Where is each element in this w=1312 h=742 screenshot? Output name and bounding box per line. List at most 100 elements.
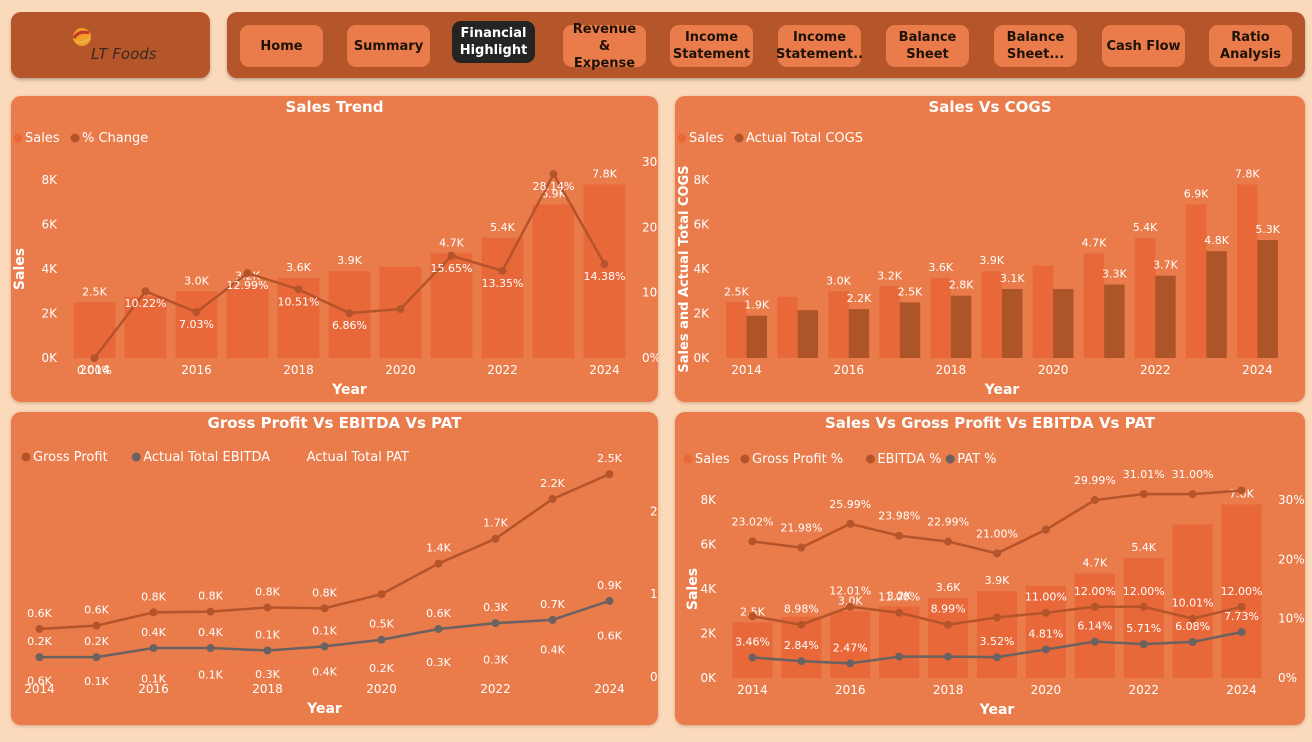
- point-data-label: 0.5K: [369, 618, 394, 631]
- y-tick-label: 2K: [41, 307, 58, 321]
- y-tick-label: 6K: [700, 538, 717, 552]
- line-point: [1139, 640, 1148, 649]
- point-data-label: 11.00%: [878, 591, 920, 604]
- y-axis-title: Sales: [12, 248, 28, 290]
- point-data-label: 0.1K: [141, 673, 166, 686]
- y-tick-label: 6K: [41, 218, 58, 232]
- bar: [732, 622, 773, 678]
- legend-label: % Change: [82, 131, 148, 146]
- y2-tick-label: 20%: [642, 220, 658, 234]
- point-data-label: 6.14%: [1077, 620, 1112, 633]
- line-point: [600, 260, 609, 269]
- line-point: [35, 624, 44, 633]
- legend-marker: [945, 454, 955, 464]
- point-data-label: 6.86%: [332, 319, 367, 332]
- bar-data-label: 2.5K: [724, 285, 749, 298]
- bar: [777, 296, 798, 358]
- line-point: [1090, 637, 1099, 646]
- line-point: [377, 653, 386, 662]
- line-point: [35, 653, 44, 662]
- line-point: [1188, 490, 1197, 499]
- point-data-label: 12.00%: [1074, 585, 1116, 598]
- x-tick-label: 2022: [1128, 683, 1159, 697]
- point-data-label: 23.98%: [878, 510, 920, 523]
- bar-data-label: 3.9K: [979, 254, 1004, 267]
- legend-marker: [70, 133, 80, 143]
- nav-button-home[interactable]: Home: [240, 25, 323, 67]
- point-data-label: 12.00%: [1221, 585, 1263, 598]
- sales-gp-ebitda-pat-chart: Sales Gross Profit % EBITDA % PAT % 0K 2K 4K 6K…: [683, 452, 1305, 718]
- point-data-label: 2.2K: [540, 477, 565, 490]
- line-point: [846, 519, 855, 528]
- line-point: [1237, 628, 1246, 637]
- line-point: [206, 644, 215, 653]
- point-data-label: 2.47%: [833, 641, 868, 654]
- line-point: [748, 612, 757, 621]
- nav-button-balance-sheet[interactable]: Balance Sheet...: [994, 25, 1077, 67]
- y2-tick-label: 10%: [642, 286, 658, 300]
- line-point: [35, 666, 44, 675]
- line-point: [149, 644, 158, 653]
- y2-tick-label: 0%: [642, 351, 658, 365]
- bar: [226, 286, 269, 358]
- x-tick-label: 2018: [936, 363, 967, 377]
- bar-data-label: 5.4K: [1131, 541, 1156, 554]
- nav-button-income-statement[interactable]: Income Statement: [670, 25, 753, 67]
- nav-button-ratio-analysis[interactable]: Ratio Analysis: [1209, 25, 1292, 67]
- bar-data-label: 5.4K: [1133, 221, 1158, 234]
- point-data-label: 31.00%: [1172, 468, 1214, 481]
- point-data-label: 0.6K: [27, 674, 52, 687]
- bar-data-label: 1.9K: [744, 299, 769, 312]
- x-tick-label: 2014: [737, 683, 768, 697]
- nav-button-financial-highlight[interactable]: Financial Highlight: [452, 21, 535, 63]
- legend-label: Sales: [25, 131, 60, 146]
- nav-button-summary[interactable]: Summary: [347, 25, 430, 67]
- legend-marker: [13, 133, 23, 143]
- bar-data-label: 2.2K: [847, 292, 872, 305]
- line-point: [1188, 637, 1197, 646]
- point-data-label: 2.84%: [784, 639, 819, 652]
- nav-button-cash-flow[interactable]: Cash Flow: [1102, 25, 1185, 67]
- x-tick-label: 2020: [1038, 363, 1069, 377]
- bar-data-label: 7.8K: [1235, 167, 1260, 180]
- line-point: [396, 305, 405, 313]
- bar: [73, 302, 116, 358]
- point-data-label: 8.98%: [784, 603, 819, 616]
- point-data-label: 15.65%: [431, 262, 473, 275]
- bar-data-label: 3.9K: [337, 254, 362, 267]
- nav-button-income-statement[interactable]: Income Statement..: [776, 25, 863, 67]
- x-axis-title: Year: [979, 702, 1015, 718]
- bar-data-label: 3.6K: [928, 261, 953, 274]
- nav-button-revenue-expense[interactable]: Revenue & Expense: [563, 22, 646, 71]
- line-point: [797, 620, 806, 629]
- x-tick-label: 2018: [252, 682, 283, 696]
- point-data-label: 0.00%: [77, 364, 112, 377]
- bar: [746, 315, 767, 358]
- point-data-label: 21.00%: [976, 527, 1018, 540]
- line-point: [320, 642, 329, 651]
- line-point: [993, 549, 1001, 558]
- point-data-label: 0.3K: [426, 656, 451, 669]
- point-data-label: 0.4K: [141, 626, 166, 639]
- line-point: [491, 645, 500, 654]
- y-tick-label: 6K: [693, 218, 710, 232]
- point-data-label: 10.01%: [1172, 597, 1214, 610]
- nav-button-balance-sheet[interactable]: Balance Sheet: [886, 25, 969, 67]
- logo-text: LT Foods: [91, 45, 157, 63]
- point-data-label: 0.3K: [255, 668, 280, 681]
- point-data-label: 10.22%: [125, 297, 167, 310]
- x-tick-label: 2024: [594, 682, 625, 696]
- line-point: [1139, 602, 1148, 611]
- line-point: [491, 534, 500, 543]
- point-data-label: 8.99%: [931, 603, 966, 616]
- legend-marker: [21, 452, 31, 462]
- bar-data-label: 2.8K: [949, 279, 974, 292]
- legend-label: Actual Total PAT: [307, 450, 409, 465]
- y2-tick-label: 20%: [1278, 552, 1305, 566]
- bar: [848, 309, 870, 358]
- point-data-label: 0.1K: [198, 669, 223, 682]
- sales-vs-cogs-chart: Sales Actual Total COGS 0K 2K 4K 6K 8K 2014 2016…: [677, 131, 1281, 398]
- legend-marker: [683, 454, 693, 464]
- bar-data-label: 4.7K: [1082, 556, 1107, 569]
- bar-data-label: 2.5K: [82, 285, 107, 298]
